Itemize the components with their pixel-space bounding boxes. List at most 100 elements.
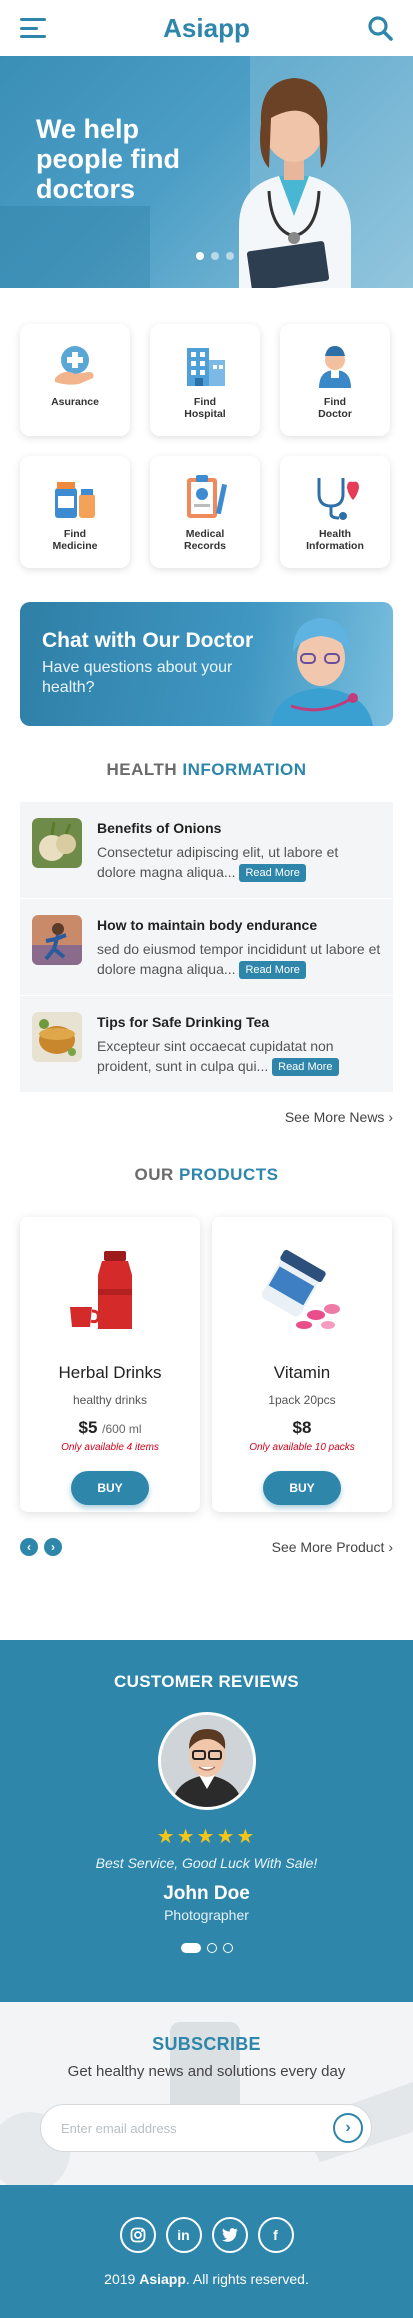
hero-banner[interactable]: We help people find doctors bbox=[0, 56, 413, 288]
copyright-brand: Asiapp bbox=[139, 2271, 186, 2287]
hero-headline: We help people find doctors bbox=[36, 114, 180, 204]
insurance-hand-icon bbox=[55, 346, 94, 385]
chat-subtitle: Have questions about your health? bbox=[42, 659, 233, 696]
read-more-button[interactable]: Read More bbox=[239, 864, 306, 882]
tea-thumbnail bbox=[32, 1012, 82, 1062]
customer-reviews-section: CUSTOMER REVIEWS ★★★★★ Best Service, Goo… bbox=[0, 1640, 413, 2002]
linkedin-icon[interactable]: in bbox=[165, 2217, 202, 2253]
buy-button[interactable]: BUY bbox=[263, 1471, 341, 1505]
our-products-heading: OUR PRODUCTS bbox=[0, 1165, 413, 1185]
email-field[interactable] bbox=[61, 2120, 333, 2136]
reviews-heading: CUSTOMER REVIEWS bbox=[114, 1672, 299, 1691]
product-description: healthy drinks bbox=[72, 1393, 148, 1407]
product-card[interactable]: Vitamin 1pack 20pcs $8 Only available 10… bbox=[212, 1217, 392, 1512]
products-carousel: Herbal Drinks healthy drinks $5 /600 ml … bbox=[20, 1217, 393, 1512]
twitter-icon[interactable] bbox=[211, 2217, 248, 2253]
carousel-arrows: ‹ › bbox=[20, 1538, 62, 1556]
social-links: in f bbox=[0, 2217, 413, 2253]
review-dot[interactable] bbox=[206, 1943, 217, 1953]
product-price: $8 bbox=[212, 1418, 392, 1438]
heading-part: HEALTH bbox=[106, 760, 178, 779]
hero-dot[interactable] bbox=[211, 252, 219, 260]
service-card-doctor[interactable]: Find Doctor bbox=[280, 324, 390, 436]
news-title: Tips for Safe Drinking Tea bbox=[97, 1014, 270, 1030]
product-card[interactable]: Herbal Drinks healthy drinks $5 /600 ml … bbox=[20, 1217, 200, 1512]
service-label: Asurance bbox=[51, 396, 99, 408]
brand-title: Asiapp bbox=[163, 12, 250, 43]
news-title: Benefits of Onions bbox=[97, 820, 222, 836]
news-item[interactable]: Tips for Safe Drinking Tea Excepteur sin… bbox=[20, 996, 393, 1093]
hospital-building-icon bbox=[187, 348, 225, 386]
availability-note: Only available 10 packs bbox=[249, 1442, 355, 1453]
nurse-photo bbox=[271, 618, 373, 726]
review-quote: Best Service, Good Luck With Sale! bbox=[95, 1855, 318, 1871]
news-title: How to maintain body endurance bbox=[97, 917, 318, 933]
top-bar: Asiapp bbox=[0, 0, 413, 56]
hero-dot[interactable] bbox=[226, 252, 234, 260]
read-more-button[interactable]: Read More bbox=[272, 1058, 339, 1076]
product-description: 1pack 20pcs bbox=[268, 1393, 336, 1407]
submit-arrow-icon[interactable]: › bbox=[333, 2113, 363, 2143]
subscribe-background bbox=[0, 2022, 413, 2185]
hero-pagination bbox=[196, 252, 234, 260]
page: Asiapp We help people find doctors Asura… bbox=[0, 0, 413, 2318]
news-item[interactable]: How to maintain body endurance sed do ei… bbox=[20, 899, 393, 996]
see-more-news-link[interactable]: See More News › bbox=[0, 1093, 413, 1125]
menu-icon[interactable] bbox=[20, 18, 46, 38]
service-card-hospital[interactable]: Find Hospital bbox=[150, 324, 260, 436]
heading-part: OUR bbox=[134, 1165, 174, 1184]
stethoscope-heart-icon bbox=[317, 478, 359, 520]
services-grid: Asurance Find Hospital Find Doctor Find … bbox=[0, 288, 413, 568]
avatar bbox=[157, 1712, 256, 1810]
availability-note: Only available 4 items bbox=[61, 1442, 159, 1453]
product-price: $5 /600 ml bbox=[20, 1418, 200, 1438]
product-name: Herbal Drinks bbox=[58, 1363, 162, 1382]
service-label: Health Information bbox=[306, 528, 364, 552]
see-more-product-link[interactable]: See More Product › bbox=[272, 1539, 393, 1555]
reviewer-name: John Doe bbox=[163, 1883, 250, 1904]
service-card-medicine[interactable]: Find Medicine bbox=[20, 456, 130, 568]
news-body: Benefits of Onions Consectetur adipiscin… bbox=[97, 816, 381, 882]
copyright-rights: . All rights reserved. bbox=[185, 2271, 309, 2287]
chevron-left-icon[interactable]: ‹ bbox=[20, 1538, 38, 1556]
onion-thumbnail bbox=[32, 818, 82, 868]
price-value: $5 bbox=[78, 1418, 98, 1437]
heading-part: INFORMATION bbox=[182, 760, 307, 779]
review-dot[interactable] bbox=[180, 1943, 201, 1953]
read-more-button[interactable]: Read More bbox=[239, 961, 306, 979]
price-value: $8 bbox=[292, 1418, 312, 1437]
service-card-asurance[interactable]: Asurance bbox=[20, 324, 130, 436]
subscribe-form: › bbox=[40, 2104, 372, 2152]
news-list: Benefits of Onions Consectetur adipiscin… bbox=[20, 802, 393, 1093]
products-navigation: ‹ › See More Product › bbox=[20, 1538, 393, 1556]
service-card-health-info[interactable]: Health Information bbox=[280, 456, 390, 568]
product-name: Vitamin bbox=[273, 1363, 331, 1382]
chat-with-doctor-banner[interactable]: Chat with Our Doctor Have questions abou… bbox=[20, 602, 393, 726]
subscribe-section: SUBSCRIBE Get healthy news and solutions… bbox=[0, 2002, 413, 2185]
heading-part: PRODUCTS bbox=[179, 1165, 279, 1184]
price-unit: /600 ml bbox=[102, 1422, 142, 1436]
review-dot[interactable] bbox=[222, 1943, 233, 1953]
doctor-icon bbox=[319, 346, 351, 388]
service-label: Find Doctor bbox=[318, 396, 352, 420]
reviewer-photo bbox=[160, 1715, 253, 1807]
news-item[interactable]: Benefits of Onions Consectetur adipiscin… bbox=[20, 802, 393, 899]
service-card-records[interactable]: Medical Records bbox=[150, 456, 260, 568]
thermos-image bbox=[70, 1251, 132, 1329]
doctor-photo bbox=[239, 78, 351, 288]
copyright-text: 2019 Asiapp. All rights reserved. bbox=[0, 2271, 413, 2287]
reviews-pagination bbox=[0, 1943, 413, 1953]
copyright-year: 2019 bbox=[104, 2271, 136, 2287]
facebook-icon[interactable]: f bbox=[257, 2217, 294, 2253]
buy-button[interactable]: BUY bbox=[71, 1471, 149, 1505]
health-information-heading: HEALTH INFORMATION bbox=[0, 760, 413, 780]
hero-dot[interactable] bbox=[196, 252, 204, 260]
service-label: Find Hospital bbox=[184, 396, 226, 420]
news-excerpt: Consectetur adipiscing elit, ut labore e… bbox=[97, 842, 381, 882]
clipboard-records-icon bbox=[187, 475, 228, 518]
instagram-icon[interactable] bbox=[119, 2217, 156, 2253]
search-icon[interactable] bbox=[367, 15, 393, 41]
vitamin-image bbox=[262, 1249, 340, 1329]
chevron-right-icon[interactable]: › bbox=[44, 1538, 62, 1556]
news-excerpt: Excepteur sint occaecat cupidatat non pr… bbox=[97, 1036, 381, 1076]
